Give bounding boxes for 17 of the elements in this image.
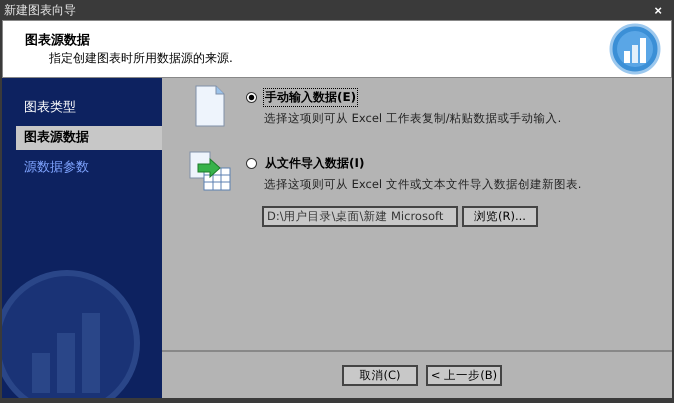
window-title: 新建图表向导: [4, 2, 76, 18]
close-button[interactable]: ×: [652, 4, 664, 16]
radio-button[interactable]: [246, 92, 257, 103]
footer-button[interactable]: 取消(C): [342, 364, 418, 386]
sidebar-item[interactable]: 图表源数据: [16, 126, 162, 150]
header-subtitle: 指定创建图表时所用数据源的来源.: [48, 50, 233, 67]
option-label[interactable]: 手动输入数据(E): [263, 88, 358, 107]
chart-logo-icon: [609, 23, 661, 75]
option-label[interactable]: 从文件导入数据(I): [263, 154, 366, 173]
option-description: 选择这项则可从 Excel 文件或文本文件导入数据创建新图表.: [263, 177, 582, 192]
footer-button[interactable]: < 上一步(B): [426, 364, 502, 386]
sidebar-item[interactable]: 图表类型: [16, 96, 162, 120]
header-title: 图表源数据: [25, 32, 91, 49]
browse-button[interactable]: 浏览(R)...: [462, 206, 538, 227]
radio-button[interactable]: [246, 158, 257, 169]
file-path-field[interactable]: D:\用户目录\桌面\新建 Microsoft: [262, 206, 458, 227]
option-description: 选择这项则可从 Excel 工作表复制/粘贴数据或手动输入.: [263, 111, 562, 126]
